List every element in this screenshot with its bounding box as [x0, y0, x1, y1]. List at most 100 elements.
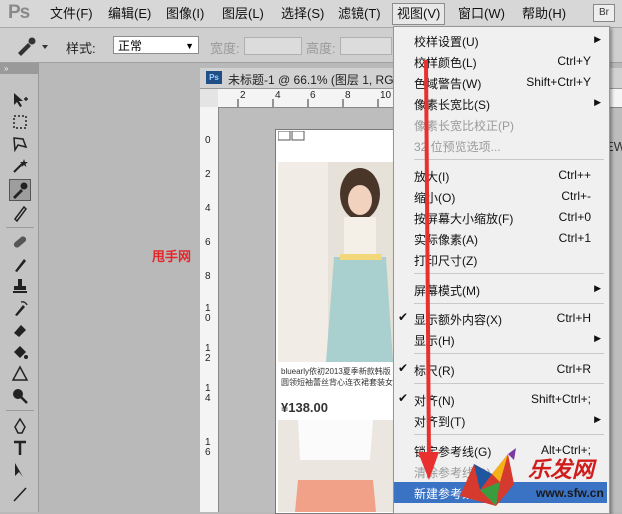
paint-bucket-tool[interactable]	[9, 341, 31, 363]
height-field[interactable]	[340, 37, 392, 55]
product-price: ¥138.00	[281, 400, 328, 415]
width-label: 宽度:	[210, 41, 240, 56]
ruler-label: 2	[205, 353, 211, 364]
submenu-arrow-icon: ▶	[594, 414, 601, 424]
layer-badge-icon	[278, 131, 305, 141]
vertical-ruler[interactable]: 0 2 4 6 8 1 0 1 2 1 4 1 6	[200, 107, 219, 512]
ruler-label: 4	[205, 393, 211, 404]
menu-item-shortcut: Shift+Ctrl+Y	[526, 75, 591, 89]
submenu-arrow-icon: ▶	[594, 97, 601, 107]
style-label: 样式:	[66, 41, 96, 56]
marquee-icon	[13, 115, 27, 129]
ruler-origin[interactable]	[200, 89, 219, 108]
menu-file[interactable]: 文件(F)	[50, 5, 93, 23]
ruler-label: 10	[380, 90, 392, 101]
menu-item-shortcut: Ctrl+0	[558, 210, 591, 224]
style-select-value: 正常	[118, 39, 143, 53]
menu-item-shortcut: Ctrl+Y	[557, 54, 591, 68]
checkmark-icon: ✔	[398, 391, 409, 405]
arrow-pointer-icon	[15, 463, 23, 477]
menu-item-shortcut: Ctrl+1	[558, 231, 591, 245]
tool-separator	[6, 410, 34, 411]
ps-document-icon: Ps	[206, 71, 222, 84]
panel-collapse-grip[interactable]: »	[0, 63, 38, 74]
tool-preset-picker[interactable]	[14, 36, 50, 56]
menu-item-label: 校样设置(U)	[414, 35, 479, 49]
lasso-icon	[13, 137, 28, 153]
menu-help[interactable]: 帮助(H)	[522, 5, 566, 23]
move-icon	[14, 93, 28, 107]
menu-layer[interactable]: 图层(L)	[222, 5, 264, 23]
ruler-label: 0	[205, 135, 211, 146]
quick-select-tool[interactable]	[9, 155, 31, 177]
crop-tool[interactable]	[9, 202, 31, 224]
bandage-icon	[13, 236, 27, 248]
menu-bar: Ps 文件(F) 编辑(E) 图像(I) 图层(L) 选择(S) 滤镜(T) 视…	[0, 0, 622, 28]
menu-view[interactable]: 视图(V)	[392, 3, 446, 25]
menu-separator	[414, 383, 604, 384]
line-icon	[13, 487, 27, 502]
photoshop-logo: Ps	[8, 2, 30, 23]
brush-tool[interactable]	[9, 253, 31, 275]
ruler-label: 8	[205, 271, 211, 282]
submenu-arrow-icon: ▶	[594, 333, 601, 343]
marquee-tool[interactable]	[9, 111, 31, 133]
pen-tool[interactable]	[9, 415, 31, 437]
style-select[interactable]: 正常 ▼	[113, 36, 199, 54]
line-tool[interactable]	[9, 483, 31, 505]
triangle-icon	[11, 365, 29, 381]
magnifier-icon	[13, 389, 28, 404]
ruler-label: 6	[205, 237, 211, 248]
bridge-button[interactable]: Br	[593, 4, 615, 22]
eyedropper-icon	[18, 37, 48, 56]
menu-separator	[414, 353, 604, 354]
dodge-tool[interactable]	[9, 385, 31, 407]
watermark-text: 甩手网	[152, 249, 192, 264]
menu-proof-setup[interactable]: 校样设置(U) ▶	[394, 30, 607, 51]
menu-window[interactable]: 窗口(W)	[458, 5, 505, 23]
menu-filter[interactable]: 滤镜(T)	[338, 5, 381, 23]
menu-select[interactable]: 选择(S)	[281, 5, 324, 23]
menu-item-shortcut: Ctrl+-	[561, 189, 591, 203]
checkmark-icon: ✔	[398, 361, 409, 375]
eraser-icon	[14, 325, 26, 337]
width-field[interactable]	[244, 37, 302, 55]
blur-tool[interactable]	[9, 363, 31, 385]
menu-separator	[414, 303, 604, 304]
ruler-label: 4	[275, 90, 281, 101]
menu-image[interactable]: 图像(I)	[166, 5, 204, 23]
eyedropper-tool[interactable]	[9, 179, 31, 201]
annotation-arrow	[418, 60, 439, 480]
product-photo-secondary	[278, 420, 393, 512]
clone-stamp-tool[interactable]	[9, 275, 31, 297]
lasso-tool[interactable]	[9, 133, 31, 155]
menu-separator	[414, 273, 604, 274]
type-tool[interactable]	[9, 437, 31, 459]
menu-item-shortcut: Ctrl++	[558, 168, 591, 182]
magic-wand-icon	[13, 159, 28, 173]
submenu-arrow-icon: ▶	[594, 34, 601, 44]
menu-edit[interactable]: 编辑(E)	[108, 5, 151, 23]
submenu-arrow-icon: ▶	[594, 283, 601, 293]
tools-panel: »	[0, 63, 39, 512]
menu-item-shortcut: Ctrl+R	[556, 362, 591, 376]
move-tool[interactable]	[9, 89, 31, 111]
checkmark-icon: ✔	[398, 310, 409, 324]
healing-brush-tool[interactable]	[9, 231, 31, 253]
stamp-icon	[13, 279, 27, 293]
product-description: bluearly依初2013夏季新款韩版圆领短袖蕾丝背心连衣裙套装女	[281, 367, 393, 387]
eraser-tool[interactable]	[9, 319, 31, 341]
menu-separator	[414, 434, 604, 435]
pen-icon	[14, 417, 26, 434]
site-logo-url: www.sfw.cn	[536, 486, 604, 500]
document-title: 未标题-1 @ 66.1% (图层 1, RG	[228, 73, 394, 87]
path-selection-tool[interactable]	[9, 459, 31, 481]
ruler-label: 4	[205, 203, 211, 214]
ruler-label: 6	[205, 447, 211, 458]
ruler-label: 2	[240, 90, 246, 101]
menu-item-shortcut: Shift+Ctrl+;	[530, 392, 591, 406]
history-brush-tool[interactable]	[9, 297, 31, 319]
brush-icon	[15, 259, 26, 272]
type-icon	[14, 440, 26, 455]
chevron-down-icon: ▼	[185, 41, 194, 51]
